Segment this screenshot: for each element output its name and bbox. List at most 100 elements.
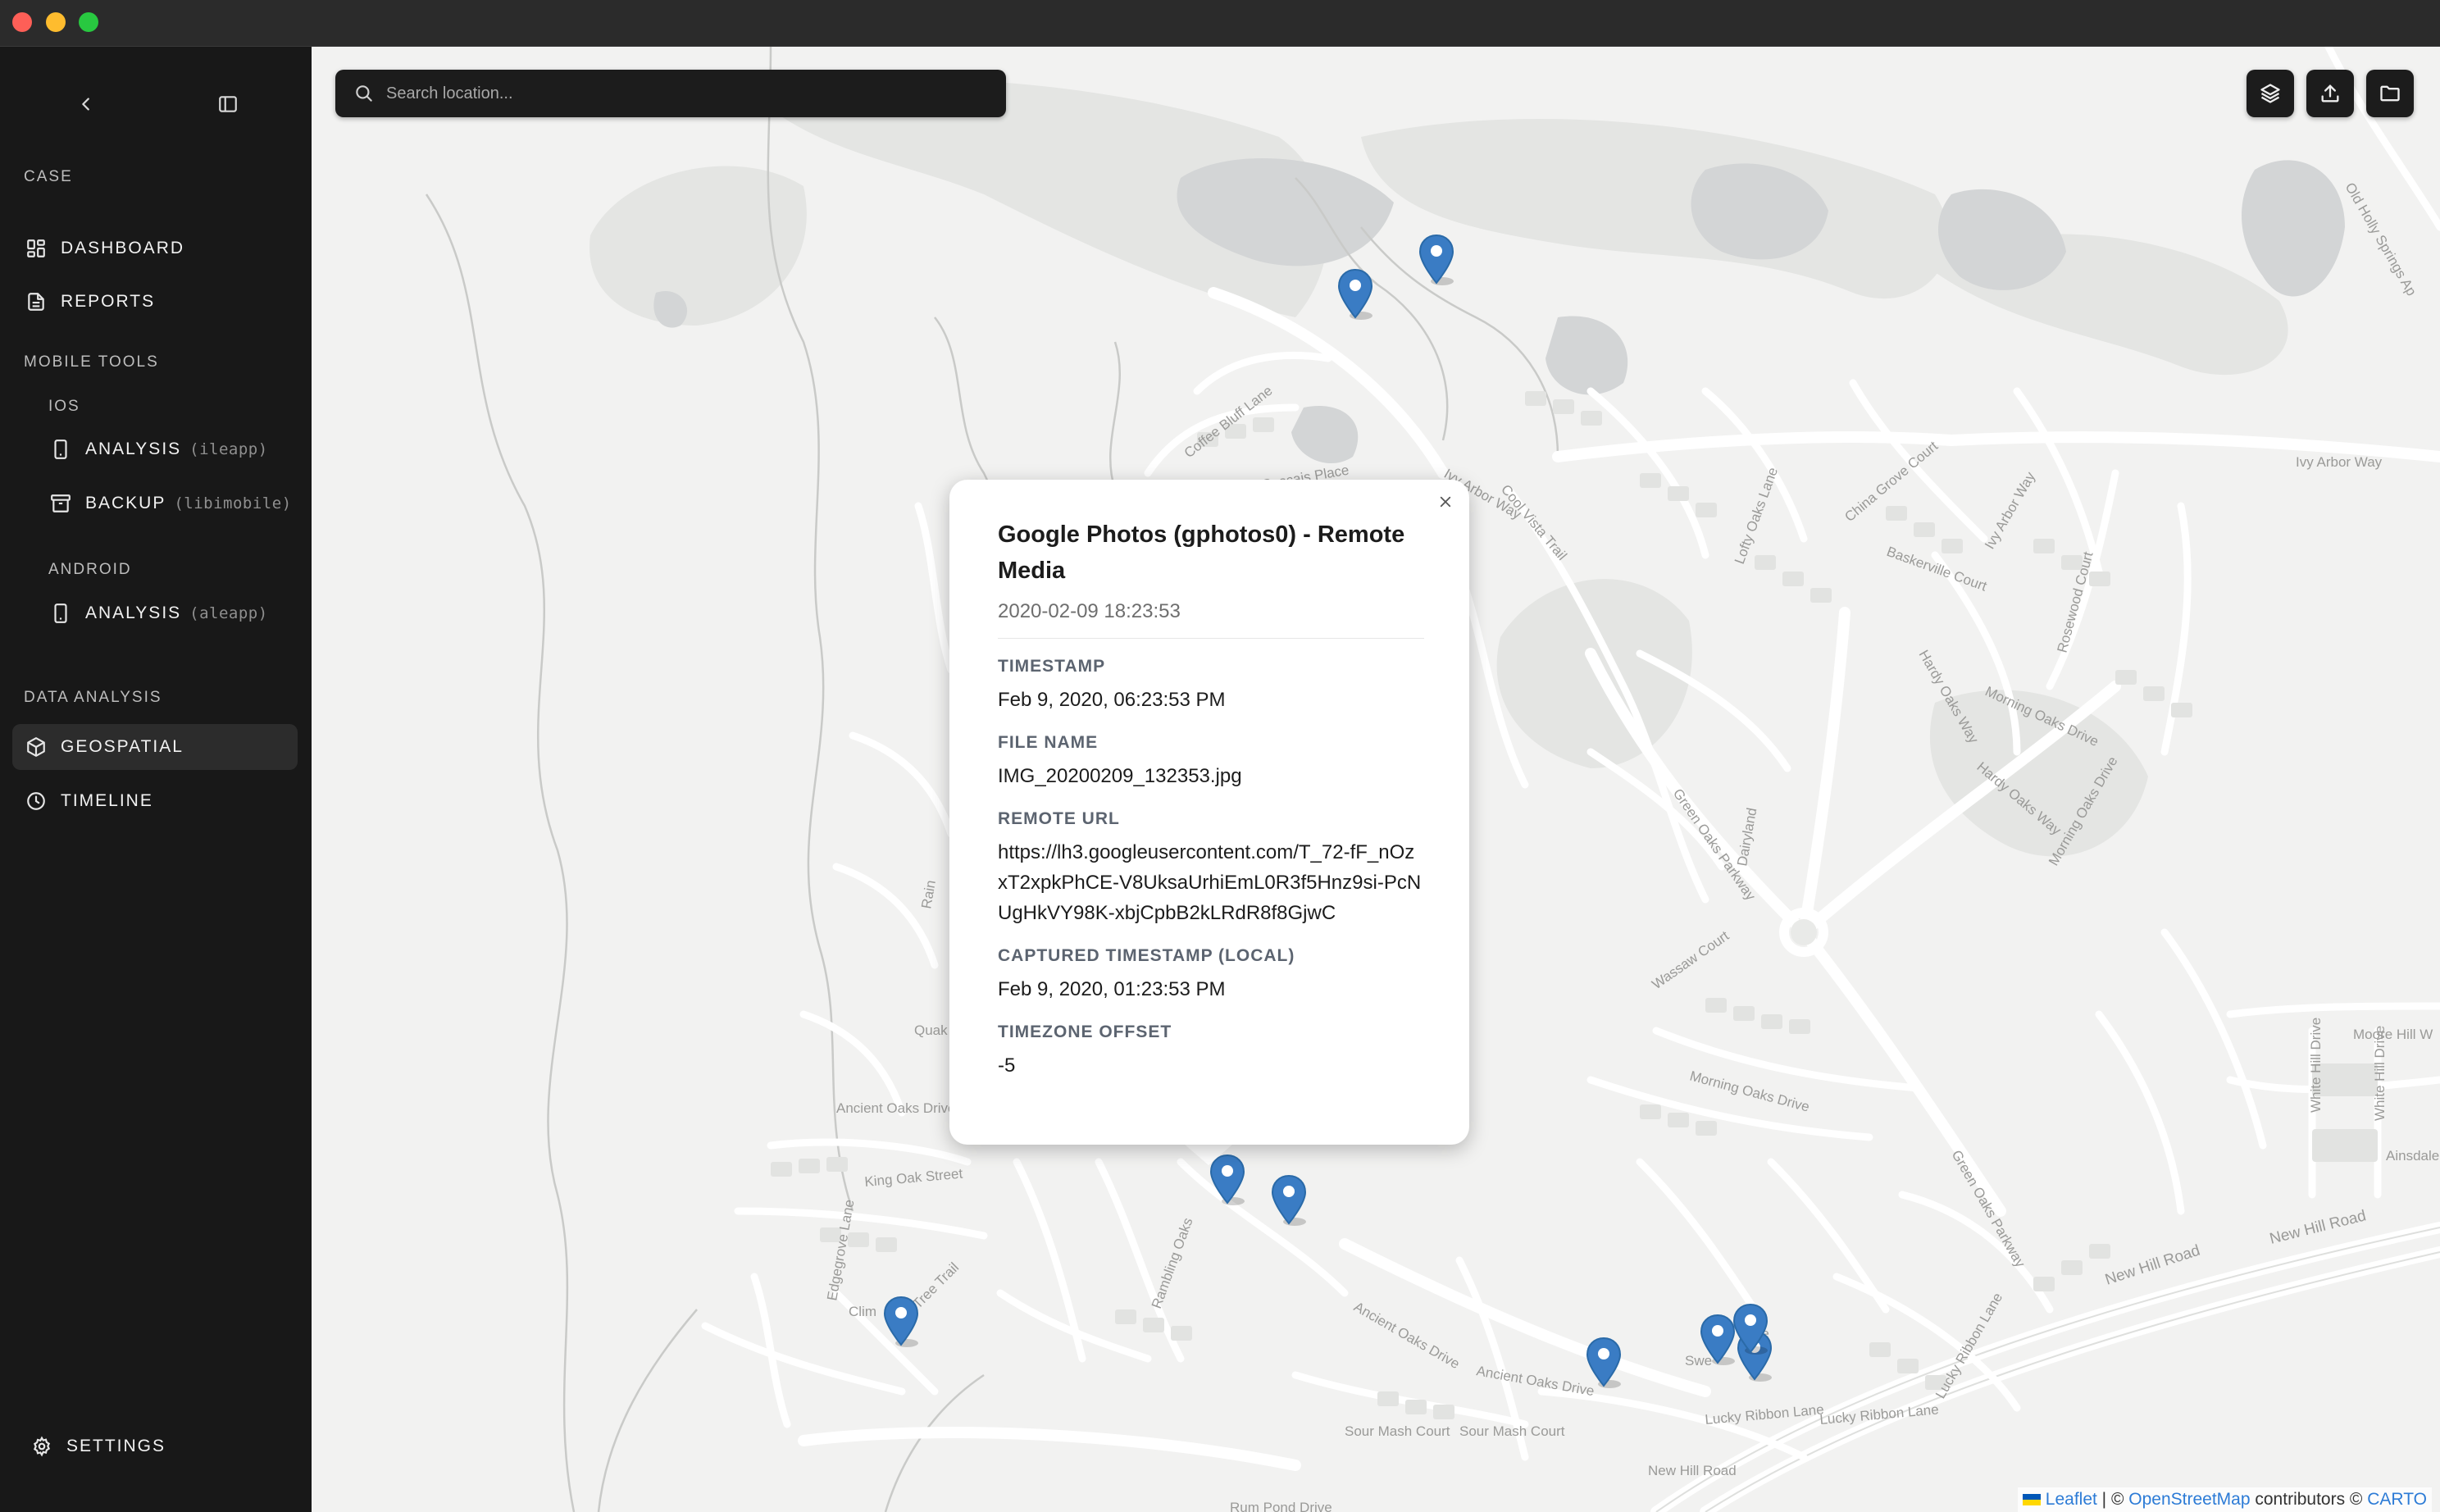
sidebar-item-label: ANALYSIS [85, 439, 182, 458]
sidebar-item-dashboard[interactable]: DASHBOARD [12, 225, 298, 271]
field-value: https://lh3.googleusercontent.com/T_72-f… [998, 841, 1422, 924]
field-label: TIMEZONE OFFSET [998, 1022, 1172, 1041]
map-street-label: Ancient Oaks Drive [1351, 1299, 1463, 1372]
map-attribution: Leaflet | © OpenStreetMap contributors ©… [2017, 1487, 2432, 1512]
field-label: CAPTURED TIMESTAMP (LOCAL) [998, 946, 1295, 965]
attribution-contributors: contributors © [2250, 1490, 2368, 1509]
popup-field-timestamp: TIMESTAMP Feb 9, 2020, 06:23:53 PM [998, 657, 1424, 715]
sidebar-header [0, 84, 312, 125]
map-street-label: Rum Pond Drive [1230, 1500, 1332, 1512]
ukraine-flag-icon [2022, 1494, 2041, 1505]
map-pin-icon[interactable] [882, 1296, 920, 1348]
phone-icon [49, 438, 72, 461]
map-street-label: Sour Mash Court [1459, 1423, 1565, 1439]
search-icon [356, 85, 372, 102]
popup-content: Google Photos (gphotos0) - Remote Media … [998, 517, 1424, 1115]
popup-close-button[interactable] [1433, 490, 1458, 514]
map-pin-icon[interactable] [1585, 1337, 1623, 1389]
field-label: FILE NAME [998, 733, 1099, 752]
map-street-label: King Oak Street [864, 1166, 963, 1190]
field-value: IMG_20200209_132353.jpg [998, 765, 1242, 787]
sidebar-item-label: SETTINGS [66, 1437, 166, 1455]
field-value: -5 [998, 1054, 1016, 1077]
sidebar-item-label: BACKUP [85, 494, 166, 512]
map-street-label: Cool Vista Trail [1498, 481, 1570, 563]
export-button[interactable] [2306, 70, 2354, 117]
field-label: TIMESTAMP [998, 657, 1106, 676]
layers-icon [2260, 84, 2280, 103]
gear-icon [30, 1435, 53, 1458]
search-input[interactable] [386, 84, 960, 103]
sidebar-item-settings[interactable]: SETTINGS [18, 1423, 303, 1469]
layers-button[interactable] [2247, 70, 2294, 117]
popup-divider [998, 638, 1424, 639]
maximize-window-button[interactable] [79, 12, 98, 32]
cube-icon [25, 736, 48, 758]
clock-icon [25, 790, 48, 813]
sidebar-toggle-button[interactable] [212, 84, 244, 125]
folder-button[interactable] [2366, 70, 2414, 117]
sidebar: CASE DASHBOARD REPORTS MOBILE TOOLS IOS … [0, 47, 312, 1512]
sidebar-item-timeline[interactable]: TIMELINE [12, 778, 298, 824]
map-street-label: Clim [849, 1304, 876, 1319]
sidebar-item-android-analysis[interactable]: ANALYSIS (aleapp) [37, 590, 298, 636]
map-street-label: White Hill Drive [2308, 1018, 2324, 1113]
close-window-button[interactable] [12, 12, 32, 32]
popup-field-file-name: FILE NAME IMG_20200209_132353.jpg [998, 733, 1424, 791]
sidebar-item-ios-analysis[interactable]: ANALYSIS (ileapp) [37, 426, 298, 472]
map-street-label: Rambling Oaks [1149, 1216, 1196, 1311]
sidebar-panel-icon [219, 96, 237, 112]
map-street-label: Rain [918, 879, 939, 910]
map-street-label: Morning Oaks Drive [1688, 1068, 1811, 1115]
section-label-mobile-tools: MOBILE TOOLS [24, 353, 159, 371]
map-street-label: Wassaw Court [1649, 928, 1732, 993]
map-street-label: Ancient Oaks Drive [1475, 1363, 1596, 1399]
map-street-label: White Hill Drive [2372, 1026, 2388, 1121]
folder-icon [2380, 85, 2400, 102]
chevron-left-icon [82, 98, 89, 111]
map-street-label: New Hill Road [2103, 1242, 2202, 1289]
map-pin-icon[interactable] [1699, 1314, 1737, 1366]
sidebar-item-label: ANALYSIS [85, 603, 182, 622]
location-search[interactable] [335, 70, 1006, 117]
popup-date: 2020-02-09 18:23:53 [998, 600, 1181, 622]
map-pin-icon[interactable] [1270, 1174, 1308, 1227]
map-street-label: Dairyland [1734, 807, 1759, 868]
map-street-label: Moore Hill W [2353, 1027, 2433, 1042]
openstreetmap-link[interactable]: OpenStreetMap [2128, 1490, 2250, 1510]
sidebar-item-hint: (aleapp) [189, 604, 268, 622]
carto-link[interactable]: CARTO [2367, 1490, 2427, 1510]
map-street-label: Ivy Arbor Way [1982, 469, 2038, 552]
sidebar-item-label: REPORTS [61, 292, 156, 311]
sidebar-item-label: TIMELINE [61, 791, 153, 810]
sidebar-item-reports[interactable]: REPORTS [12, 279, 298, 325]
attribution-separator: | © [2096, 1490, 2129, 1509]
back-button[interactable] [70, 84, 102, 125]
marker-popup: Google Photos (gphotos0) - Remote Media … [949, 480, 1469, 1145]
map-pin-icon[interactable] [1732, 1303, 1769, 1355]
sidebar-item-geospatial[interactable]: GEOSPATIAL [12, 724, 298, 770]
sidebar-item-ios-backup[interactable]: BACKUP (libimobile) [37, 480, 298, 526]
sidebar-item-label: DASHBOARD [61, 239, 185, 257]
section-label-data-analysis: DATA ANALYSIS [24, 689, 162, 706]
popup-tip [1184, 1144, 1233, 1165]
map-canvas[interactable]: Coffee Bluff Lane Cascais Place Ivy Arbo… [312, 47, 2440, 1512]
archive-icon [49, 492, 72, 515]
popup-field-remote-url: REMOTE URL https://lh3.googleusercontent… [998, 809, 1424, 928]
phone-icon [49, 602, 72, 625]
section-label-android: ANDROID [48, 561, 132, 578]
map-street-label: Ancient Oaks Drive [836, 1100, 956, 1116]
upload-icon [2321, 84, 2339, 102]
map-street-label: Sour Mash Court [1345, 1423, 1450, 1439]
map-pin-icon[interactable] [1336, 268, 1374, 321]
sidebar-item-hint: (libimobile) [174, 494, 292, 512]
field-value: Feb 9, 2020, 06:23:53 PM [998, 689, 1226, 711]
leaflet-link[interactable]: Leaflet [2046, 1490, 2097, 1510]
map-street-label: Old Holly Springs Ap [2342, 180, 2420, 299]
field-value: Feb 9, 2020, 01:23:53 PM [998, 978, 1226, 1000]
map-pin-icon[interactable] [1418, 234, 1455, 286]
map-street-label: Green Oaks Parkway [1949, 1148, 2028, 1271]
close-icon [1440, 496, 1451, 508]
sidebar-item-hint: (ileapp) [189, 440, 268, 458]
minimize-window-button[interactable] [46, 12, 66, 32]
